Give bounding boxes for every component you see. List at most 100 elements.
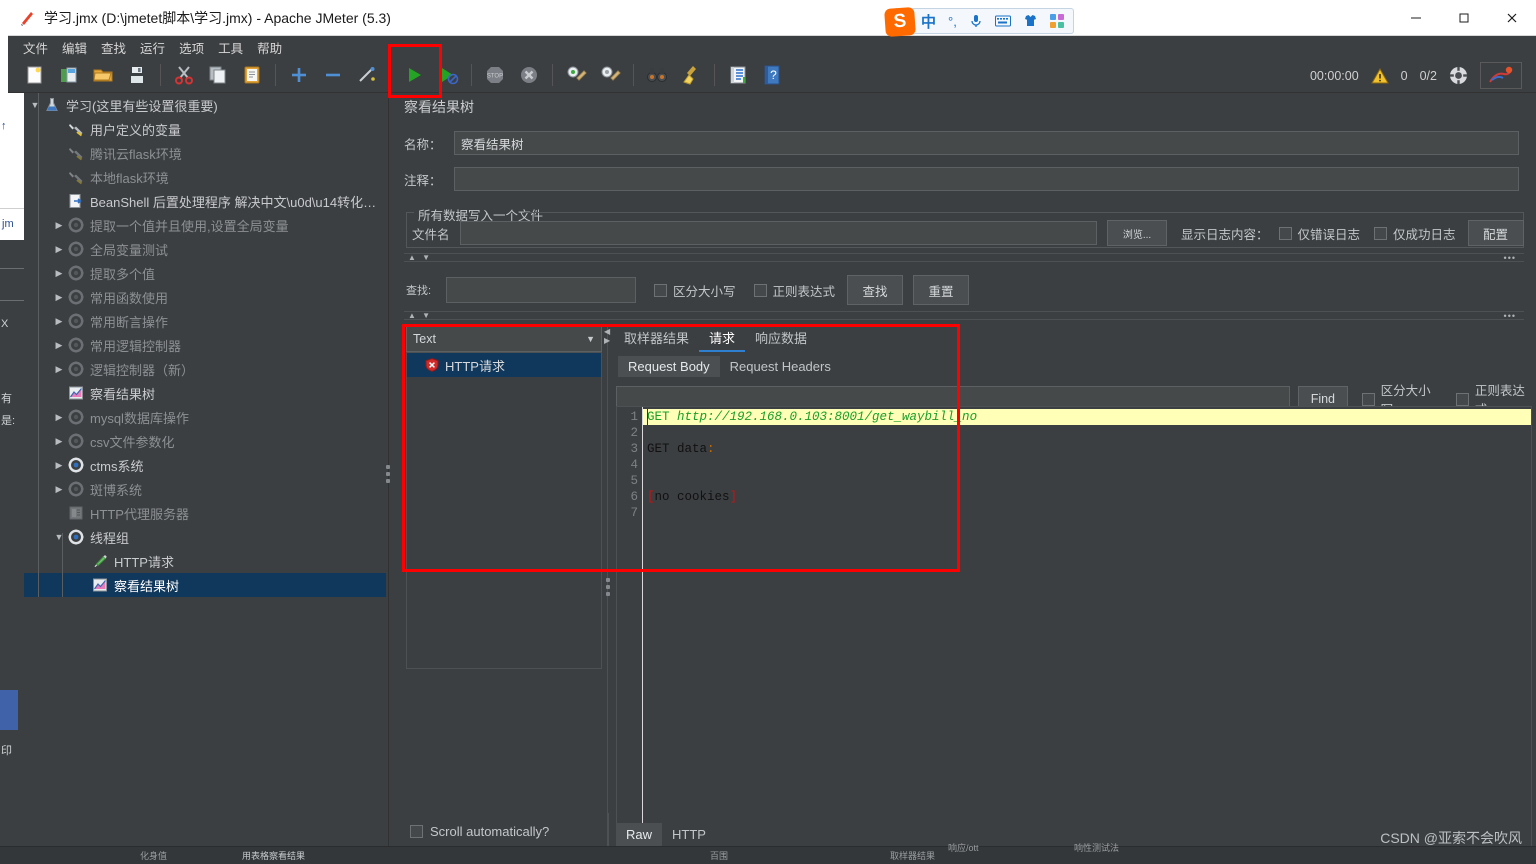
ime-voice-icon[interactable] [969,13,983,29]
search-regex-checkbox[interactable] [753,283,767,297]
code-line[interactable]: GET data: [643,441,1531,457]
chevron-right-icon[interactable]: ▶ [52,292,66,303]
chevron-right-icon[interactable]: ▶ [52,220,66,231]
tree-item-15[interactable]: ▶ ctms系统 [24,453,386,477]
clear-all-broom-icon[interactable] [593,60,627,91]
chevron-right-icon[interactable]: ▶ [52,412,66,423]
chevron-right-icon[interactable]: ▶ [52,460,66,471]
request-find-regex-checkbox[interactable] [1455,392,1469,406]
subtab-request-headers[interactable]: Request Headers [720,356,841,377]
tree-item-12[interactable]: 察看结果树 [24,381,386,405]
tree-splitter-handle[interactable] [386,465,392,483]
tree-item-8[interactable]: ▶ 常用函数使用 [24,285,386,309]
chevron-right-icon[interactable]: ▶ [52,436,66,447]
maximize-button[interactable] [1440,0,1488,36]
results-splitter-arrows[interactable]: ◀ ▶ [604,327,610,345]
configure-button[interactable]: 配置 [1467,220,1524,246]
chevron-down-icon[interactable]: ▼ [586,334,595,344]
open-folder-icon[interactable] [86,60,120,91]
scroll-automatically-row[interactable]: Scroll automatically? [410,824,549,839]
renderer-combo[interactable]: Text ▼ [406,326,602,352]
result-tabs[interactable]: 取样器结果 请求 响应数据 [614,326,817,352]
sogou-logo-icon[interactable]: S [884,6,916,38]
chevron-right-icon[interactable]: ▶ [52,364,66,375]
subtab-request-body[interactable]: Request Body [618,355,720,377]
raw-http-tabs[interactable]: Raw HTTP [616,823,716,846]
menu-search[interactable]: 查找 [94,36,133,59]
list-item[interactable]: HTTP请求 [407,353,601,377]
request-find-case-checkbox[interactable] [1361,392,1375,406]
tab-response-data[interactable]: 响应数据 [745,325,817,352]
minus-icon[interactable] [316,60,350,91]
function-list-icon[interactable] [721,60,755,91]
tree-item-6[interactable]: ▶ 全局变量测试 [24,237,386,261]
broom-icon[interactable] [674,60,708,91]
chevron-right-icon[interactable]: ▶ [52,316,66,327]
results-splitter-handle[interactable] [606,578,612,596]
splitter-dots-top[interactable]: ••• [1504,253,1516,263]
btab-http[interactable]: HTTP [662,823,716,846]
editor-code-area[interactable]: GET http://192.168.0.103:8001/get_waybil… [643,407,1531,864]
test-plan-tree[interactable]: ▼ 学习(这里有些设置很重要) 用户定义的变量 腾讯云flask环境 本地flask环境… [24,93,386,864]
chevron-right-icon[interactable]: ▶ [52,340,66,351]
filename-input[interactable] [460,221,1097,245]
code-line[interactable] [643,425,1531,441]
jmeter-logo-icon[interactable] [1480,62,1522,89]
plus-icon[interactable] [282,60,316,91]
chevron-right-icon[interactable]: ▶ [52,268,66,279]
play-no-pause-icon[interactable] [431,60,465,91]
tree-item-7[interactable]: ▶ 提取多个值 [24,261,386,285]
search-case-sensitive-checkbox[interactable] [654,283,667,297]
tree-item-4[interactable]: BeanShell 后置处理程序 解决中文\u0d\u14转化问题 [24,189,386,213]
tree-item-0[interactable]: ▼ 学习(这里有些设置很重要) [24,93,386,117]
play-green-icon[interactable] [397,60,431,91]
chevron-down-icon[interactable]: ▼ [52,532,66,542]
menu-edit[interactable]: 编辑 [55,36,94,59]
code-line[interactable] [643,457,1531,473]
stop-sign-icon[interactable]: STOP [478,60,512,91]
code-line[interactable]: [no cookies] [643,489,1531,505]
tree-item-18[interactable]: ▼ 线程组 [24,525,386,549]
search-find-button[interactable]: 查找 [847,275,904,305]
chevron-right-icon[interactable]: ▶ [52,484,66,495]
tree-item-1[interactable]: 用户定义的变量 [24,117,386,141]
shutdown-x-icon[interactable] [512,60,546,91]
tree-item-20[interactable]: 察看结果树 [24,573,386,597]
templates-icon[interactable] [52,60,86,91]
scissors-icon[interactable] [167,60,201,91]
tree-item-16[interactable]: ▶ 斑博系统 [24,477,386,501]
splitter-dots-bottom[interactable]: ••• [1504,311,1516,321]
ime-mode-chinese[interactable]: 中 [921,11,936,32]
search-input[interactable] [446,277,636,303]
chevron-right-icon[interactable]: ▶ [52,244,66,255]
ime-toolbar[interactable]: S 中 °, [884,6,1074,38]
menu-file[interactable]: 文件 [16,36,55,59]
tree-item-13[interactable]: ▶ mysql数据库操作 [24,405,386,429]
code-line[interactable] [643,505,1531,521]
tree-item-14[interactable]: ▶ csv文件参数化 [24,429,386,453]
copy-icon[interactable] [201,60,235,91]
tree-item-19[interactable]: HTTP请求 [24,549,386,573]
errors-only-checkbox[interactable] [1278,226,1292,240]
reset-circle-icon[interactable] [1449,66,1468,85]
ime-skin-icon[interactable] [1023,14,1038,28]
btab-raw[interactable]: Raw [616,823,663,846]
menu-tools[interactable]: 工具 [211,36,250,59]
clear-broom-icon[interactable] [559,60,593,91]
tree-item-11[interactable]: ▶ 逻辑控制器（新） [24,357,386,381]
ime-punctuation-icon[interactable]: °, [948,14,957,29]
close-button[interactable] [1488,0,1536,36]
minimize-button[interactable] [1392,0,1440,36]
search-regex-row[interactable]: 正则表达式 [753,281,835,300]
tree-item-9[interactable]: ▶ 常用断言操作 [24,309,386,333]
name-input[interactable] [454,131,1519,155]
scroll-automatically-checkbox[interactable] [410,825,423,838]
search-reset-button[interactable]: 重置 [913,275,970,305]
request-body-editor[interactable]: 1 2 3 4 5 6 7 GET http://192.168.0.103:8001/ge… [616,406,1532,864]
comment-input[interactable] [454,167,1519,191]
menu-options[interactable]: 选项 [172,36,211,59]
new-document-icon[interactable] [18,60,52,91]
code-line[interactable] [643,473,1531,489]
chevron-down-icon[interactable]: ▼ [28,100,42,110]
code-line[interactable]: GET http://192.168.0.103:8001/get_waybil… [643,409,1531,425]
